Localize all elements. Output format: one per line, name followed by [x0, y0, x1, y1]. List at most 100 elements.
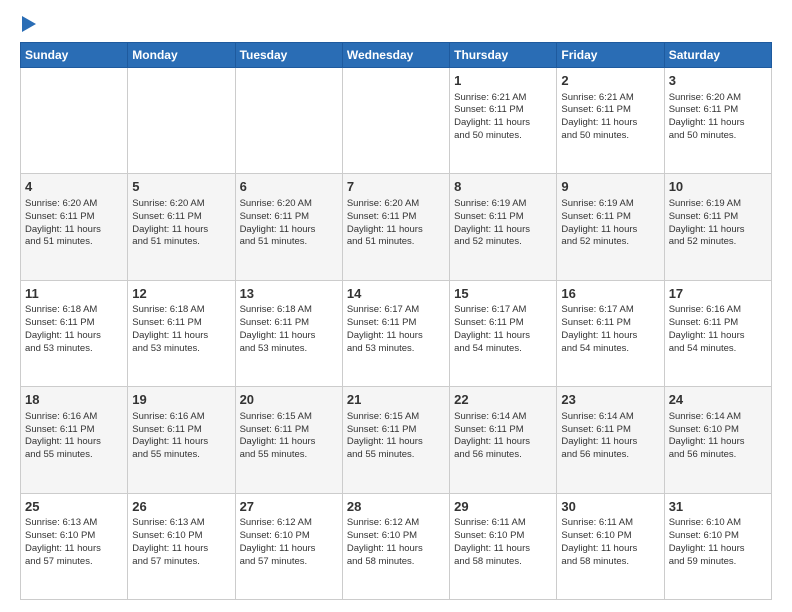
day-info: and 52 minutes. [561, 236, 659, 249]
day-info: and 51 minutes. [25, 236, 123, 249]
day-info: Sunrise: 6:20 AM [132, 198, 230, 211]
day-number: 27 [240, 498, 338, 516]
day-number: 28 [347, 498, 445, 516]
day-info: Daylight: 11 hours [132, 436, 230, 449]
calendar-weekday-header: Saturday [664, 43, 771, 68]
calendar-cell: 6Sunrise: 6:20 AMSunset: 6:11 PMDaylight… [235, 174, 342, 280]
calendar-cell [235, 68, 342, 174]
day-info: Daylight: 11 hours [561, 117, 659, 130]
logo [20, 16, 36, 32]
day-info: Sunrise: 6:11 AM [454, 517, 552, 530]
day-info: Sunrise: 6:15 AM [240, 411, 338, 424]
day-info: and 50 minutes. [561, 130, 659, 143]
day-info: Daylight: 11 hours [25, 224, 123, 237]
day-number: 1 [454, 72, 552, 90]
calendar-cell: 29Sunrise: 6:11 AMSunset: 6:10 PMDayligh… [450, 493, 557, 599]
day-number: 11 [25, 285, 123, 303]
day-info: Daylight: 11 hours [347, 436, 445, 449]
day-info: Sunrise: 6:12 AM [240, 517, 338, 530]
day-info: Daylight: 11 hours [454, 117, 552, 130]
day-info: Sunrise: 6:11 AM [561, 517, 659, 530]
day-info: Sunrise: 6:16 AM [25, 411, 123, 424]
day-info: Daylight: 11 hours [561, 436, 659, 449]
day-info: Sunrise: 6:20 AM [347, 198, 445, 211]
day-info: and 56 minutes. [561, 449, 659, 462]
day-info: and 51 minutes. [240, 236, 338, 249]
day-info: Sunset: 6:10 PM [240, 530, 338, 543]
day-info: Daylight: 11 hours [240, 330, 338, 343]
day-number: 31 [669, 498, 767, 516]
day-info: Sunset: 6:11 PM [132, 424, 230, 437]
day-number: 3 [669, 72, 767, 90]
day-info: and 54 minutes. [454, 343, 552, 356]
day-info: Sunrise: 6:18 AM [132, 304, 230, 317]
day-number: 30 [561, 498, 659, 516]
day-info: Sunrise: 6:13 AM [25, 517, 123, 530]
day-info: Sunrise: 6:18 AM [25, 304, 123, 317]
day-number: 7 [347, 178, 445, 196]
day-info: Sunset: 6:11 PM [25, 424, 123, 437]
day-info: Sunset: 6:10 PM [561, 530, 659, 543]
day-number: 13 [240, 285, 338, 303]
day-info: and 53 minutes. [132, 343, 230, 356]
day-info: Sunset: 6:11 PM [347, 317, 445, 330]
day-number: 6 [240, 178, 338, 196]
calendar-cell: 25Sunrise: 6:13 AMSunset: 6:10 PMDayligh… [21, 493, 128, 599]
day-info: and 57 minutes. [240, 556, 338, 569]
day-info: Daylight: 11 hours [669, 224, 767, 237]
calendar-cell: 23Sunrise: 6:14 AMSunset: 6:11 PMDayligh… [557, 387, 664, 493]
day-info: Sunrise: 6:17 AM [347, 304, 445, 317]
day-number: 23 [561, 391, 659, 409]
calendar-cell: 17Sunrise: 6:16 AMSunset: 6:11 PMDayligh… [664, 280, 771, 386]
day-info: and 56 minutes. [669, 449, 767, 462]
calendar-header-row: SundayMondayTuesdayWednesdayThursdayFrid… [21, 43, 772, 68]
calendar-weekday-header: Monday [128, 43, 235, 68]
day-info: and 58 minutes. [347, 556, 445, 569]
day-info: Daylight: 11 hours [132, 543, 230, 556]
day-info: Sunset: 6:11 PM [561, 317, 659, 330]
calendar-cell: 30Sunrise: 6:11 AMSunset: 6:10 PMDayligh… [557, 493, 664, 599]
day-info: Daylight: 11 hours [240, 543, 338, 556]
calendar-cell: 2Sunrise: 6:21 AMSunset: 6:11 PMDaylight… [557, 68, 664, 174]
calendar-cell: 20Sunrise: 6:15 AMSunset: 6:11 PMDayligh… [235, 387, 342, 493]
day-number: 20 [240, 391, 338, 409]
day-info: and 56 minutes. [454, 449, 552, 462]
day-info: Sunrise: 6:12 AM [347, 517, 445, 530]
day-number: 29 [454, 498, 552, 516]
day-info: and 54 minutes. [669, 343, 767, 356]
day-info: Sunset: 6:10 PM [454, 530, 552, 543]
calendar-cell: 3Sunrise: 6:20 AMSunset: 6:11 PMDaylight… [664, 68, 771, 174]
day-info: Daylight: 11 hours [454, 224, 552, 237]
day-info: Sunrise: 6:14 AM [561, 411, 659, 424]
calendar-cell: 1Sunrise: 6:21 AMSunset: 6:11 PMDaylight… [450, 68, 557, 174]
day-number: 24 [669, 391, 767, 409]
day-number: 10 [669, 178, 767, 196]
calendar-cell: 26Sunrise: 6:13 AMSunset: 6:10 PMDayligh… [128, 493, 235, 599]
day-info: Daylight: 11 hours [561, 330, 659, 343]
day-number: 4 [25, 178, 123, 196]
day-info: Sunrise: 6:16 AM [132, 411, 230, 424]
day-info: Sunrise: 6:13 AM [132, 517, 230, 530]
day-info: Sunrise: 6:20 AM [240, 198, 338, 211]
calendar-weekday-header: Wednesday [342, 43, 449, 68]
calendar-week-row: 18Sunrise: 6:16 AMSunset: 6:11 PMDayligh… [21, 387, 772, 493]
day-info: Sunset: 6:10 PM [669, 530, 767, 543]
calendar-cell: 24Sunrise: 6:14 AMSunset: 6:10 PMDayligh… [664, 387, 771, 493]
calendar-cell: 13Sunrise: 6:18 AMSunset: 6:11 PMDayligh… [235, 280, 342, 386]
day-info: Daylight: 11 hours [240, 224, 338, 237]
day-info: Sunset: 6:10 PM [669, 424, 767, 437]
day-info: Daylight: 11 hours [25, 436, 123, 449]
day-number: 26 [132, 498, 230, 516]
calendar-week-row: 4Sunrise: 6:20 AMSunset: 6:11 PMDaylight… [21, 174, 772, 280]
calendar-weekday-header: Tuesday [235, 43, 342, 68]
day-info: Daylight: 11 hours [669, 330, 767, 343]
day-info: Sunset: 6:11 PM [25, 317, 123, 330]
day-number: 15 [454, 285, 552, 303]
day-info: Daylight: 11 hours [669, 543, 767, 556]
day-info: Sunrise: 6:20 AM [669, 92, 767, 105]
day-number: 14 [347, 285, 445, 303]
day-info: and 58 minutes. [561, 556, 659, 569]
day-info: Sunset: 6:11 PM [240, 317, 338, 330]
calendar-cell: 4Sunrise: 6:20 AMSunset: 6:11 PMDaylight… [21, 174, 128, 280]
day-info: Daylight: 11 hours [347, 543, 445, 556]
